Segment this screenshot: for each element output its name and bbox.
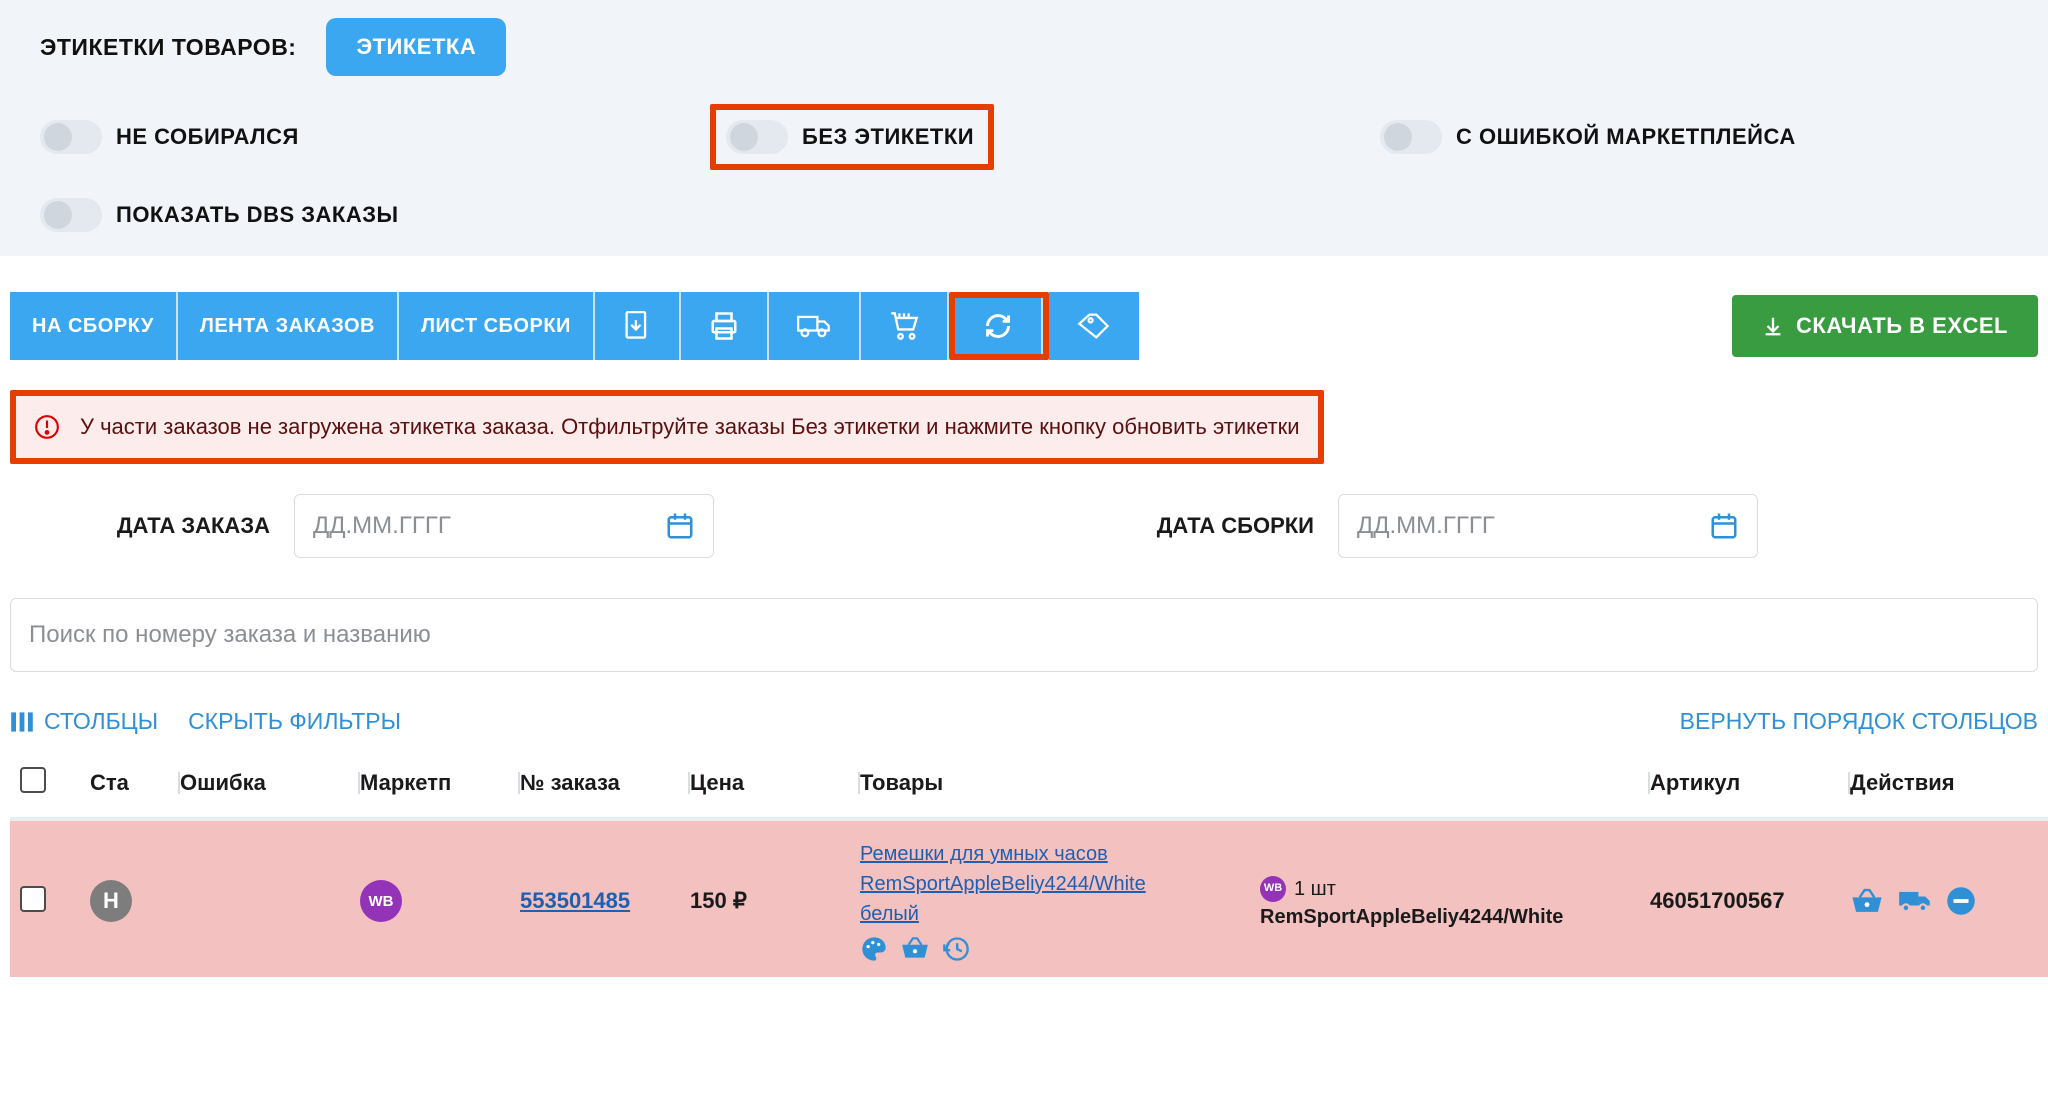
download-excel-button[interactable]: СКАЧАТЬ В EXCEL (1732, 295, 2038, 357)
refresh-icon[interactable] (955, 298, 1043, 354)
col-goods[interactable]: Товары (860, 770, 1650, 796)
toggle-dbs-label: ПОКАЗАТЬ DBS ЗАКАЗЫ (116, 202, 399, 228)
col-article[interactable]: Артикул (1650, 770, 1850, 796)
toggle-mp-error-label: С ОШИБКОЙ МАРКЕТПЛЕЙСА (1456, 124, 1796, 150)
calendar-icon (1709, 511, 1739, 541)
order-number-link[interactable]: 553501485 (520, 888, 630, 913)
history-icon[interactable] (942, 935, 970, 963)
download-icon (1762, 315, 1784, 337)
toggle-not-assembled[interactable] (40, 120, 102, 154)
date-filters: ДАТА ЗАКАЗА ДД.ММ.ГГГГ ДАТА СБОРКИ ДД.ММ… (0, 464, 2048, 558)
calendar-icon (665, 511, 695, 541)
status-badge: Н (90, 880, 132, 922)
col-order[interactable]: № заказа (520, 770, 690, 796)
assembly-list-button[interactable]: ЛИСТ СБОРКИ (399, 292, 595, 360)
toggle-dbs[interactable] (40, 198, 102, 232)
label-button[interactable]: ЭТИКЕТКА (326, 18, 506, 76)
table-header: Ста Ошибка Маркетп № заказа Цена Товары … (10, 753, 2048, 821)
download-excel-label: СКАЧАТЬ В EXCEL (1796, 313, 2008, 339)
truck-icon[interactable] (769, 292, 861, 360)
assembly-date-input[interactable]: ДД.ММ.ГГГГ (1338, 494, 1758, 558)
assembly-date-label: ДАТА СБОРКИ (1054, 512, 1314, 541)
to-assembly-button[interactable]: НА СБОРКУ (10, 292, 178, 360)
basket-action-icon[interactable] (1850, 886, 1884, 916)
marketplace-badge: WB (360, 880, 402, 922)
remove-action-icon[interactable] (1946, 886, 1976, 916)
search-input[interactable] (10, 598, 2038, 672)
toggle-no-label[interactable] (726, 120, 788, 154)
table-row: Н WB 553501485 150 ₽ Ремешки для умных ч… (10, 821, 2048, 977)
order-date-label: ДАТА ЗАКАЗА (10, 512, 270, 541)
article-cell: 46051700567 (1650, 888, 1850, 914)
toggle-mp-error[interactable] (1380, 120, 1442, 154)
assembly-date-placeholder: ДД.ММ.ГГГГ (1357, 512, 1495, 540)
basket-icon[interactable] (900, 935, 930, 961)
marketplace-badge-small: WB (1260, 876, 1286, 902)
truck-action-icon[interactable] (1898, 886, 1932, 916)
warning-icon (34, 414, 60, 440)
col-error[interactable]: Ошибка (180, 770, 360, 796)
palette-icon[interactable] (860, 935, 888, 963)
print-icon[interactable] (681, 292, 769, 360)
tag-icon[interactable] (1049, 292, 1139, 360)
goods-link[interactable]: Ремешки для умных часов RemSportAppleBel… (860, 839, 1242, 929)
table-controls: СТОЛБЦЫ СКРЫТЬ ФИЛЬТРЫ ВЕРНУТЬ ПОРЯДОК С… (0, 672, 2048, 753)
columns-icon (10, 711, 34, 733)
columns-link[interactable]: СТОЛБЦЫ (10, 708, 158, 735)
order-date-input[interactable]: ДД.ММ.ГГГГ (294, 494, 714, 558)
alert-banner: У части заказов не загружена этикетка за… (16, 396, 1318, 458)
select-all-checkbox[interactable] (20, 767, 46, 793)
orders-feed-button[interactable]: ЛЕНТА ЗАКАЗОВ (178, 292, 399, 360)
order-date-placeholder: ДД.ММ.ГГГГ (313, 512, 451, 540)
hide-filters-link[interactable]: СКРЫТЬ ФИЛЬТРЫ (188, 708, 401, 735)
orders-table: Ста Ошибка Маркетп № заказа Цена Товары … (0, 753, 2048, 977)
col-actions: Действия (1850, 770, 2030, 796)
toggle-not-assembled-label: НЕ СОБИРАЛСЯ (116, 124, 299, 150)
toolbar: НА СБОРКУ ЛЕНТА ЗАКАЗОВ ЛИСТ СБОРКИ СКАЧ… (0, 292, 2048, 360)
alert-text: У части заказов не загружена этикетка за… (80, 414, 1300, 440)
row-checkbox[interactable] (20, 886, 46, 912)
cart-icon[interactable] (861, 292, 949, 360)
document-export-icon[interactable] (595, 292, 681, 360)
toggle-no-label-label: БЕЗ ЭТИКЕТКИ (802, 124, 974, 150)
col-status[interactable]: Ста (90, 770, 180, 796)
columns-label: СТОЛБЦЫ (44, 708, 158, 735)
qty-cell: WB 1 шт RemSportAppleBeliy4244/White (1260, 871, 1632, 931)
reset-columns-link[interactable]: ВЕРНУТЬ ПОРЯДОК СТОЛБЦОВ (1680, 708, 2038, 735)
col-market[interactable]: Маркетп (360, 770, 520, 796)
filter-panel: ЭТИКЕТКИ ТОВАРОВ: ЭТИКЕТКА НЕ СОБИРАЛСЯ … (0, 0, 2048, 256)
price-cell: 150 ₽ (690, 888, 860, 914)
col-price[interactable]: Цена (690, 770, 860, 796)
labels-title: ЭТИКЕТКИ ТОВАРОВ: (40, 34, 296, 61)
